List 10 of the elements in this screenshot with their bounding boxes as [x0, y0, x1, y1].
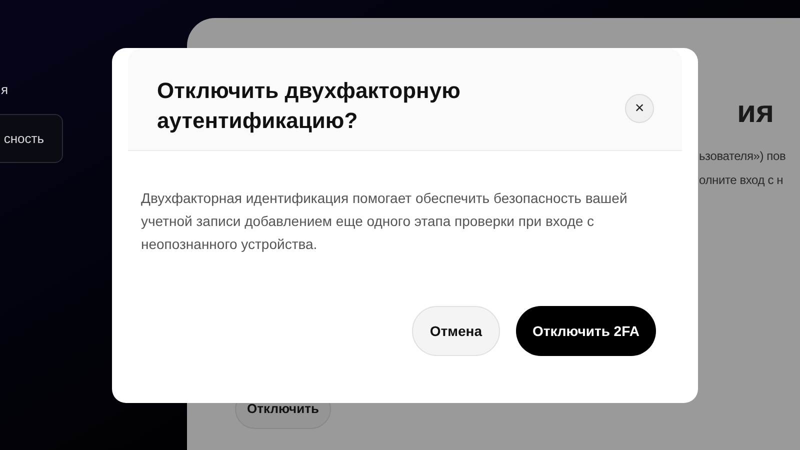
- page-heading: ия: [737, 96, 776, 127]
- cancel-button[interactable]: Отмена: [412, 306, 500, 356]
- confirm-button[interactable]: Отключить 2FA: [516, 306, 656, 356]
- close-button[interactable]: ×: [625, 94, 654, 123]
- dialog-title: Отключить двухфакторную аутентификацию?: [157, 77, 462, 135]
- dialog-body: Двухфакторная идентификация помогает обеспечить безопасность вашей учетной записи добавлением еще одного этапа проверки при входе с неопознанного устройства.: [141, 189, 628, 254]
- sidebar-item[interactable]: я: [0, 80, 63, 100]
- page-text: ьзователя») пов: [699, 148, 786, 165]
- page-text: олните вход с н: [699, 172, 784, 189]
- sidebar-item[interactable]: сность: [0, 114, 63, 163]
